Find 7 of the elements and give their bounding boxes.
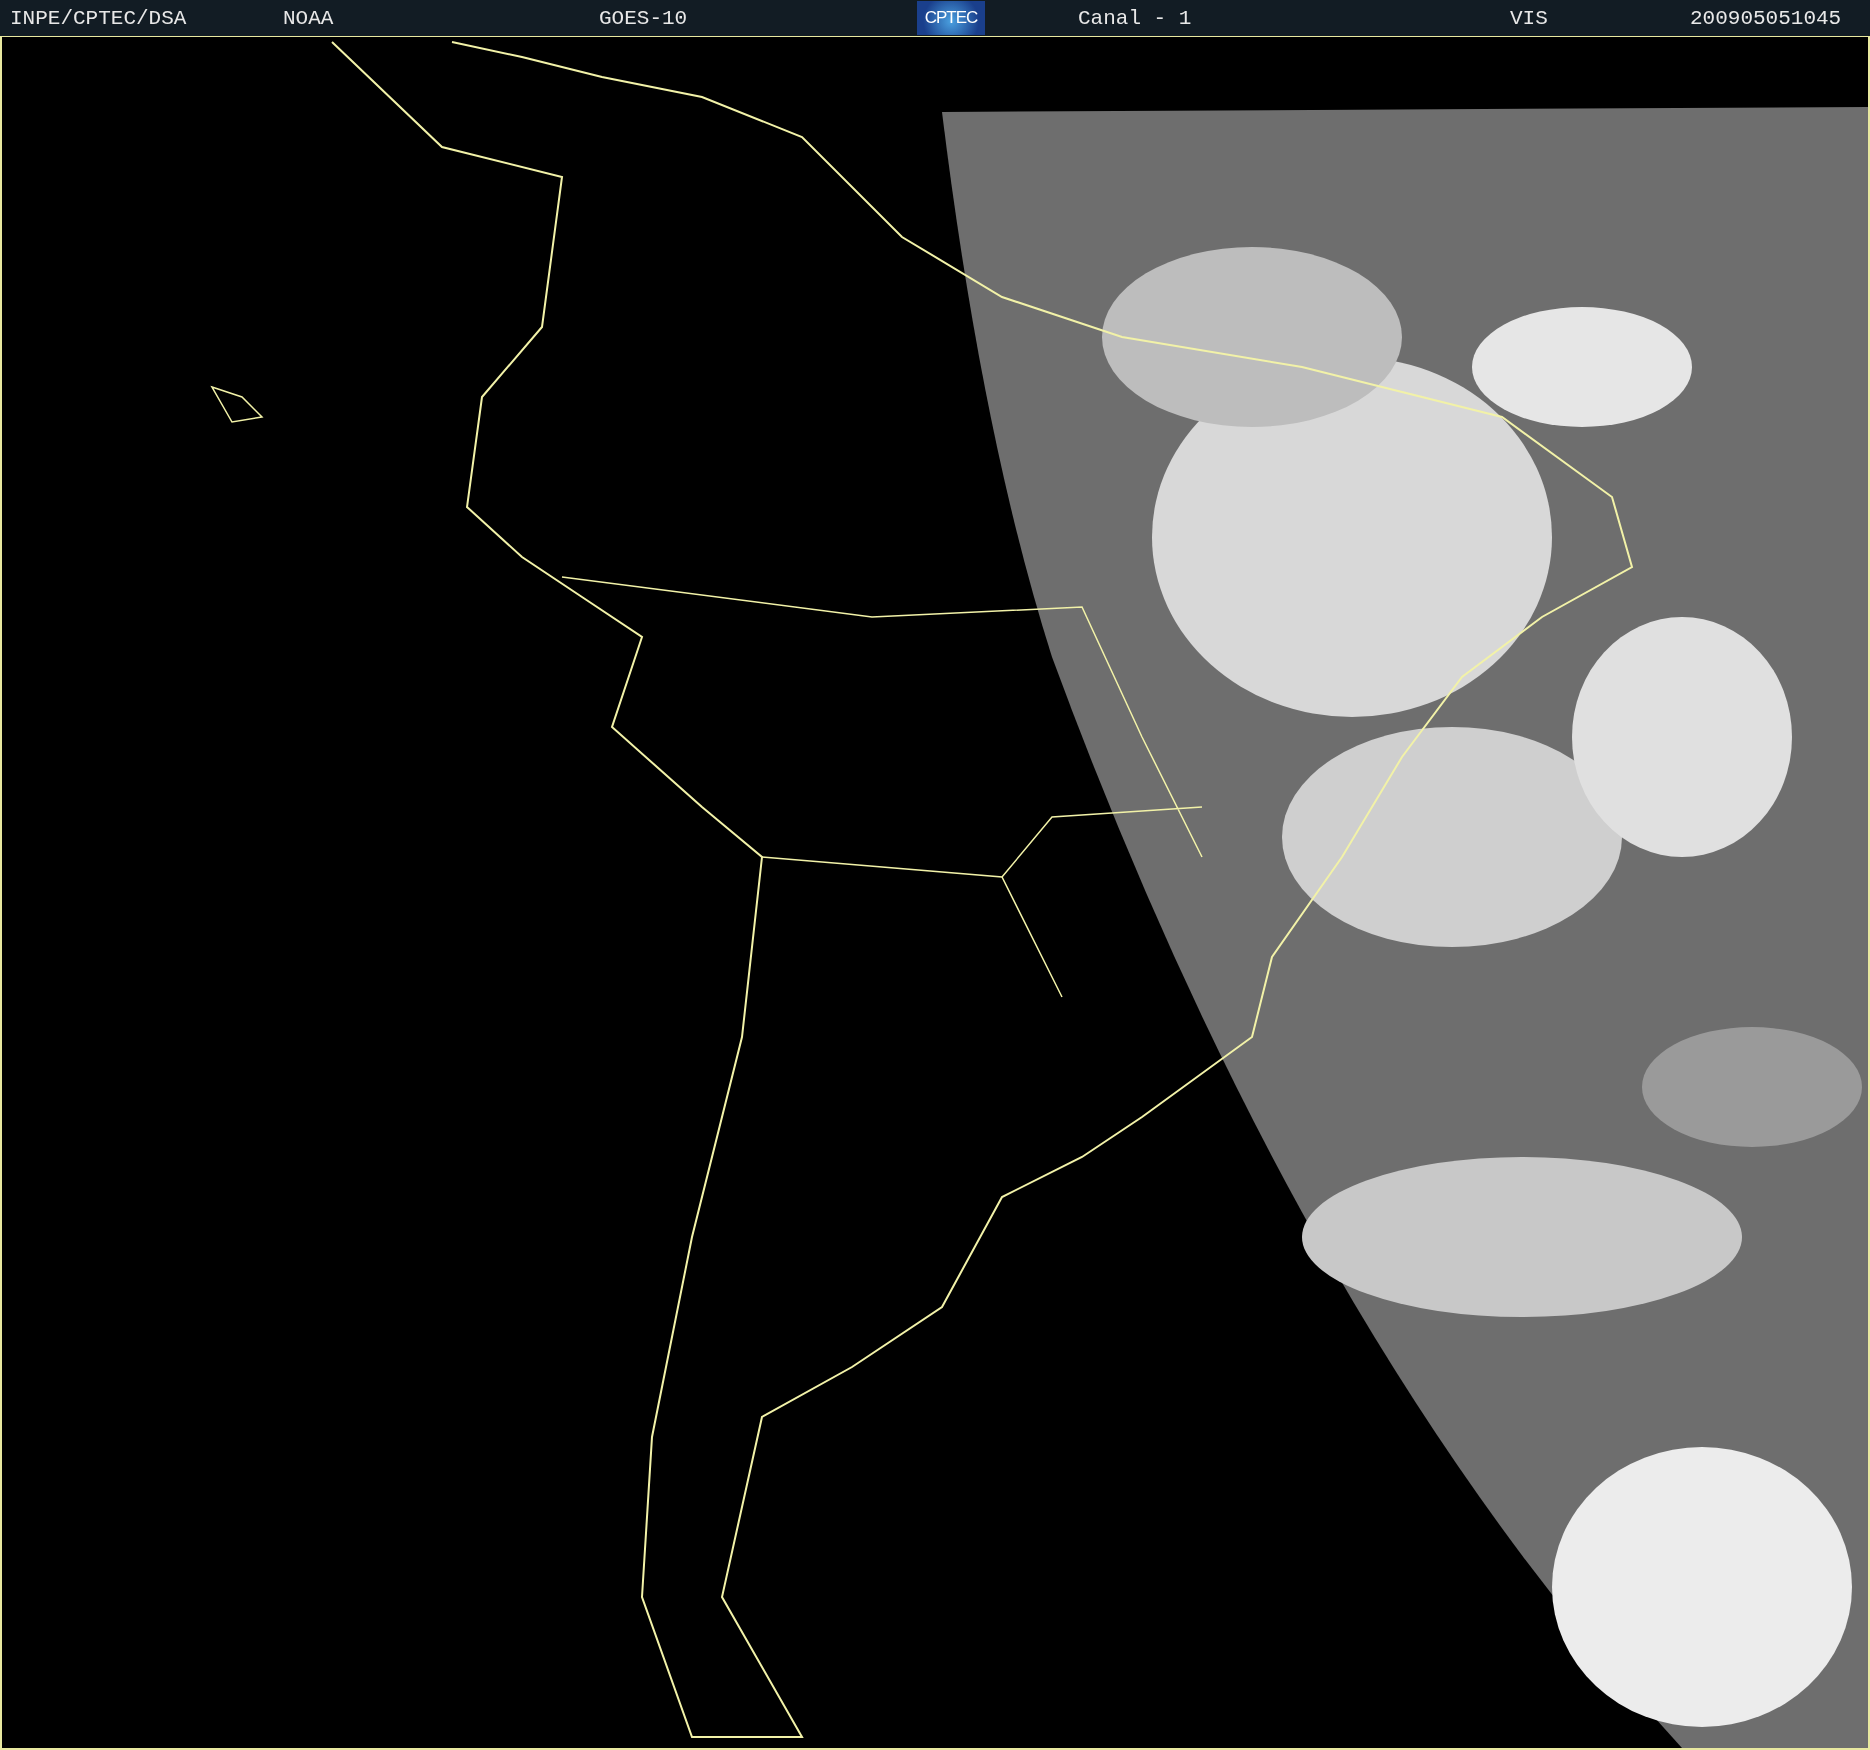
header-label: 200905051045 [1690,6,1843,30]
header-label: Canal - 1 [1078,6,1193,30]
logo: CPTEC [917,1,985,35]
header-label: INPE/CPTEC/DSA [10,6,188,30]
header-label: VIS [1510,6,1549,30]
header-label: NOAA [283,6,335,30]
header-label: GOES-10 [599,6,689,30]
